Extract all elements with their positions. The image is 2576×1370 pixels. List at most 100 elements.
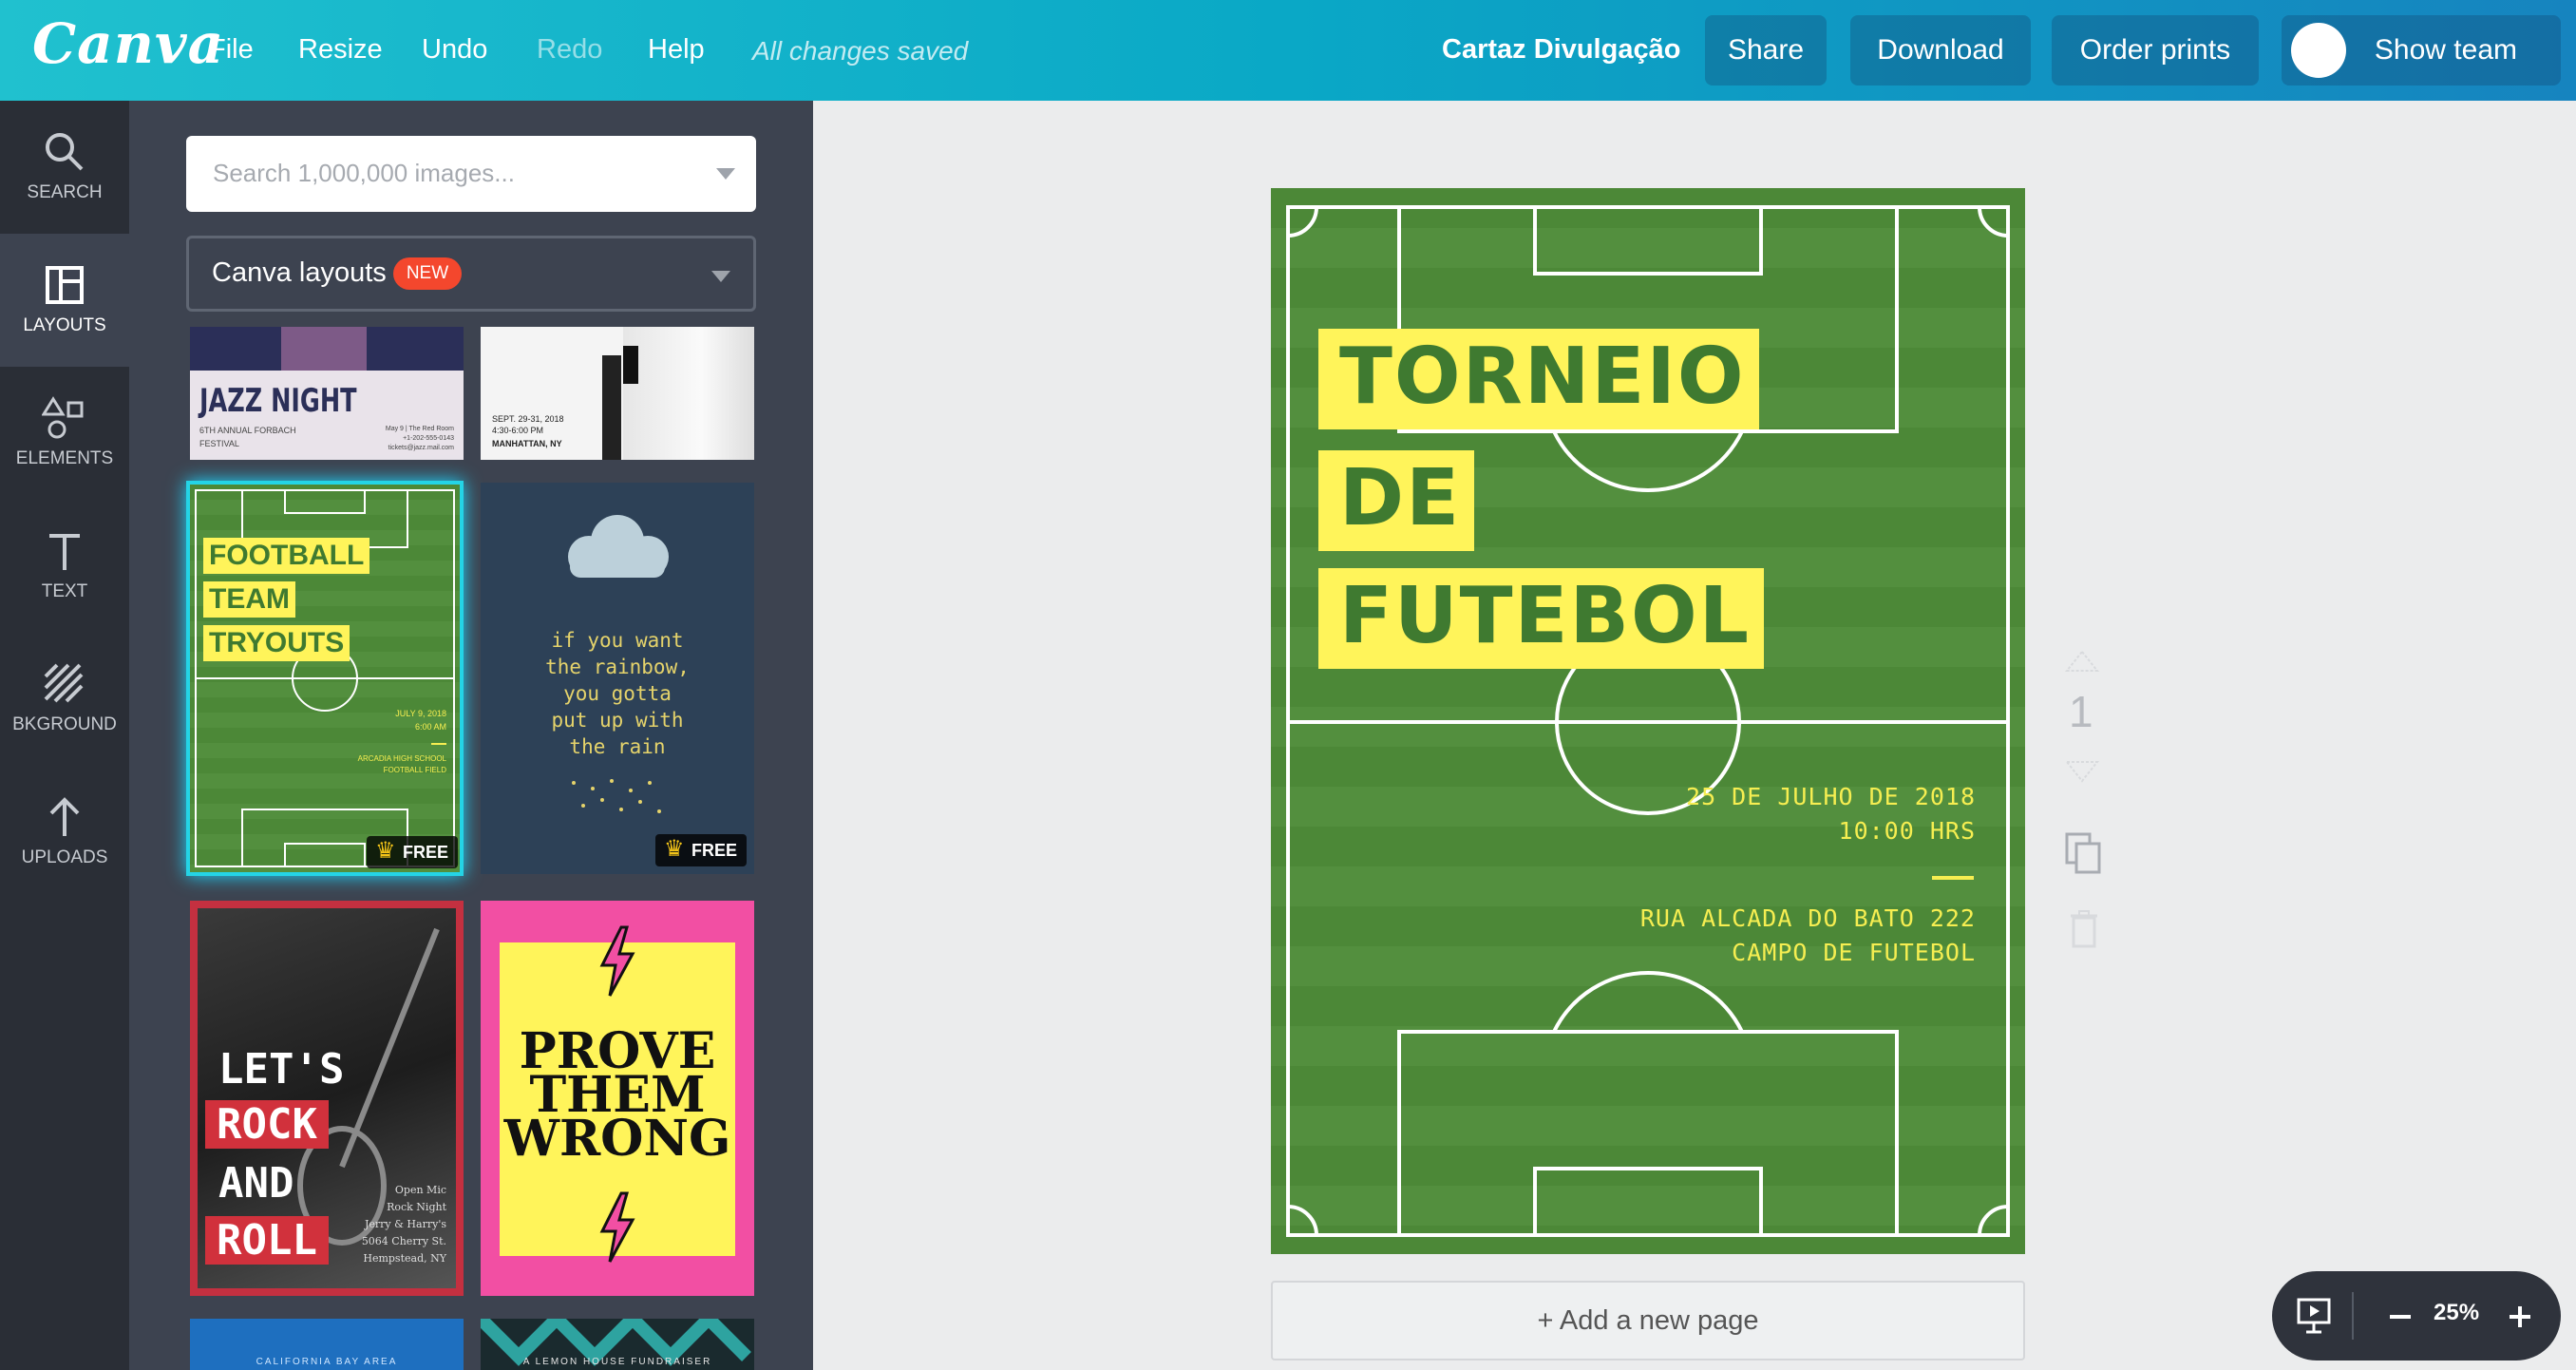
new-badge: NEW: [393, 257, 462, 290]
rock-word2: ROCK: [205, 1100, 329, 1149]
poster-time[interactable]: 10:00 HRS: [1839, 817, 1976, 845]
bw-line3: MANHATTAN, NY: [492, 439, 562, 448]
sidebar-item-elements[interactable]: ELEMENTS: [0, 367, 129, 500]
sidebar-label-layouts: LAYOUTS: [23, 315, 106, 335]
move-page-up-icon[interactable]: [2065, 650, 2099, 673]
template-football-tryouts[interactable]: FOOTBALL TEAM TRYOUTS JULY 9, 2018 6:00 …: [186, 481, 464, 876]
chevron-down-icon[interactable]: [716, 168, 735, 180]
bw-line1: SEPT. 29-31, 2018: [492, 414, 564, 424]
jazz-info2: +1-202-555-0143: [403, 435, 454, 442]
add-page-button[interactable]: + Add a new page: [1271, 1281, 2025, 1360]
lemon-house-text: A LEMON HOUSE FUNDRAISER: [522, 1357, 712, 1367]
rock-word4: ROLL: [205, 1216, 329, 1265]
jazz-info: May 9 | The Red Room: [385, 426, 454, 432]
football-line3: TRYOUTS: [203, 625, 350, 661]
zoom-control: 25%: [2272, 1271, 2561, 1360]
template-california[interactable]: CALIFORNIA BAY AREA: [190, 1319, 464, 1370]
football-date: JULY 9, 2018: [395, 709, 446, 718]
sidebar-item-uploads[interactable]: UPLOADS: [0, 766, 129, 899]
rain-line: the rainbow,: [545, 656, 690, 678]
rock-word1: LET'S: [218, 1045, 345, 1094]
share-button[interactable]: Share: [1705, 15, 1827, 86]
template-rainbow-quote[interactable]: if you want the rainbow, you gotta put u…: [481, 483, 754, 874]
search-icon: [46, 133, 84, 171]
sidebar-item-background[interactable]: BKGROUND: [0, 633, 129, 766]
lightning-bolt-icon: [599, 925, 635, 997]
zoom-level[interactable]: 25%: [2434, 1300, 2479, 1326]
rain-quote: if you want the rainbow, you gotta put u…: [481, 627, 754, 760]
document-title[interactable]: Cartaz Divulgação: [1442, 34, 1680, 66]
canva-logo[interactable]: Canva: [32, 11, 224, 76]
raindrops-icon: [572, 779, 661, 813]
text-icon: [49, 534, 80, 570]
avatar[interactable]: [2291, 23, 2346, 78]
menu-undo[interactable]: Undo: [422, 34, 487, 66]
delete-page-icon[interactable]: [2069, 910, 2099, 948]
template-bw-event[interactable]: SEPT. 29-31, 2018 4:30-6:00 PM MANHATTAN…: [481, 327, 754, 460]
rock-info: Open Mic Rock Night Jerry & Harry's 5064…: [362, 1182, 446, 1267]
california-text: CALIFORNIA BAY AREA: [256, 1357, 398, 1367]
menu-help[interactable]: Help: [648, 34, 705, 66]
rain-line: put up with: [551, 709, 684, 732]
zoom-divider: [2352, 1292, 2354, 1340]
layouts-panel: Search 1,000,000 images... Canva layouts…: [129, 101, 813, 1370]
duplicate-page-icon[interactable]: [2065, 832, 2103, 874]
menu-file[interactable]: File: [209, 34, 254, 66]
poster-title-line1[interactable]: TORNEIO: [1318, 329, 1759, 429]
layouts-icon: [46, 266, 84, 304]
show-team-label: Show team: [2374, 34, 2517, 66]
rain-line: if you want: [551, 629, 684, 652]
prove-title: PROVE THEM WRONG: [481, 1027, 754, 1168]
order-prints-button[interactable]: Order prints: [2052, 15, 2259, 86]
search-input[interactable]: Search 1,000,000 images...: [213, 159, 515, 188]
poster-page[interactable]: TORNEIO DE FUTEBOL 25 DE JULHO DE 2018 1…: [1271, 188, 2025, 1254]
zoom-out-icon[interactable]: [2390, 1315, 2411, 1319]
rock-info-line: Jerry & Harry's: [365, 1218, 446, 1230]
image-search-box[interactable]: Search 1,000,000 images...: [186, 136, 756, 212]
template-prove-them-wrong[interactable]: PROVE THEM WRONG: [481, 901, 754, 1296]
rock-info-line: Open Mic: [394, 1184, 446, 1196]
sidebar-item-layouts[interactable]: LAYOUTS: [0, 234, 129, 367]
template-rock-and-roll[interactable]: LET'S ROCK AND ROLL Open Mic Rock Night …: [190, 901, 464, 1296]
rock-word3: AND: [218, 1159, 294, 1208]
menu-resize[interactable]: Resize: [298, 34, 383, 66]
free-badge: FREE: [655, 833, 748, 866]
jazz-title: JAZZ NIGHT: [199, 382, 357, 420]
lightning-bolt-icon: [599, 1191, 635, 1263]
top-bar: Canva File Resize Undo Redo Help All cha…: [0, 0, 2576, 101]
sidebar-item-text[interactable]: TEXT: [0, 500, 129, 633]
rain-line: you gotta: [563, 682, 672, 705]
dropdown-label: Canva layouts: [212, 257, 387, 288]
poster-address1[interactable]: RUA ALCADA DO BATO 222: [1640, 904, 1976, 932]
elements-icon: [42, 396, 84, 439]
jazz-info3: tickets@jazz.mail.com: [388, 445, 454, 451]
prove-line3: WRONG: [503, 1110, 731, 1168]
chevron-down-icon: [711, 271, 730, 282]
zoom-in-icon-vertical: [2518, 1306, 2522, 1327]
layouts-dropdown[interactable]: Canva layouts NEW: [186, 236, 756, 312]
free-badge: FREE: [367, 835, 459, 868]
poster-title-line3[interactable]: FUTEBOL: [1318, 568, 1765, 669]
poster-divider: [1932, 876, 1974, 880]
poster-title-line2[interactable]: DE: [1318, 450, 1475, 551]
template-lemon-house[interactable]: A LEMON HOUSE FUNDRAISER: [481, 1319, 754, 1370]
page-number: 1: [2069, 687, 2093, 736]
football-line1: FOOTBALL: [203, 538, 370, 574]
jazz-sub2: FESTIVAL: [199, 439, 239, 448]
template-jazz-night[interactable]: JAZZ NIGHT 6TH ANNUAL FORBACH FESTIVAL M…: [190, 327, 464, 460]
menu-redo[interactable]: Redo: [537, 34, 602, 66]
present-icon[interactable]: [2295, 1296, 2333, 1336]
football-place1: ARCADIA HIGH SCHOOL: [357, 754, 446, 763]
sidebar: SEARCH LAYOUTS ELEMENTS TEXT BKGROUND UP…: [0, 101, 129, 1370]
save-status: All changes saved: [752, 36, 969, 66]
poster-address2[interactable]: CAMPO DE FUTEBOL: [1732, 939, 1976, 966]
cloud-icon: [568, 515, 669, 578]
bw-line2: 4:30-6:00 PM: [492, 426, 544, 435]
sidebar-item-search[interactable]: SEARCH: [0, 101, 129, 234]
rock-info-line: Rock Night: [387, 1201, 446, 1213]
poster-date[interactable]: 25 DE JULHO DE 2018: [1686, 783, 1976, 810]
jazz-sub: 6TH ANNUAL FORBACH: [199, 426, 296, 435]
football-place2: FOOTBALL FIELD: [383, 766, 446, 774]
move-page-down-icon[interactable]: [2065, 760, 2099, 783]
download-button[interactable]: Download: [1850, 15, 2031, 86]
